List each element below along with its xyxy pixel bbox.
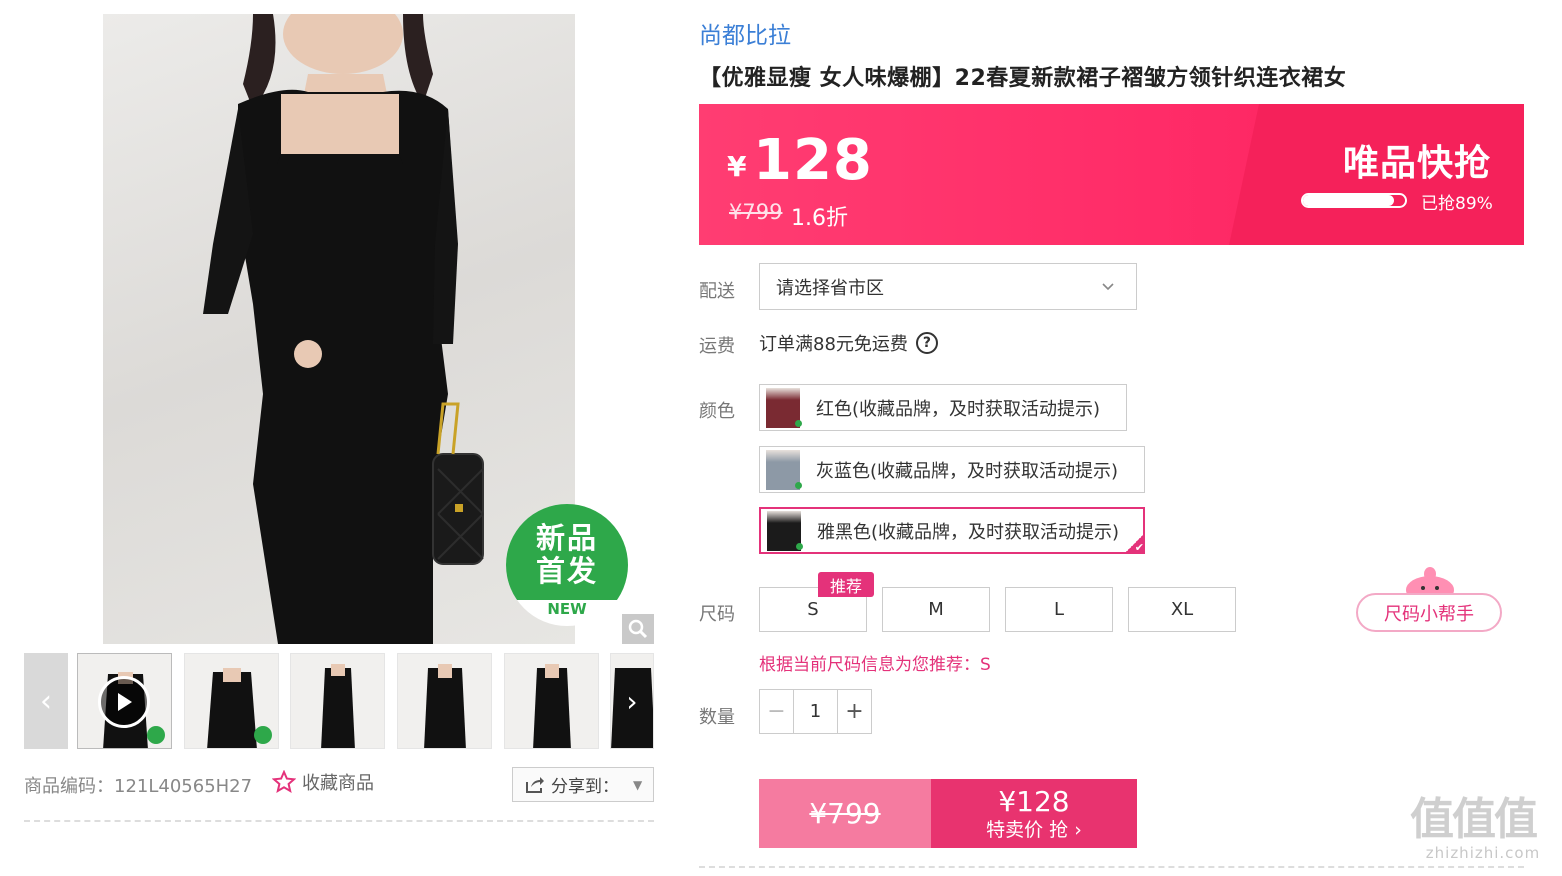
sold-progress-bar (1301, 193, 1407, 208)
color-option-label: 雅黑色(收藏品牌，及时获取活动提示) (817, 521, 1120, 543)
size-label: 尺码 (699, 604, 735, 625)
favorite-label: 收藏商品 (302, 773, 374, 794)
chevron-right-icon: › (1074, 818, 1082, 841)
thumbnail-video[interactable] (77, 653, 172, 749)
shipping-info: 订单满88元免运费 ? (759, 330, 938, 356)
size-option-l[interactable]: L (1005, 587, 1113, 632)
color-option-label: 红色(收藏品牌，及时获取活动提示) (816, 398, 1101, 420)
thumb-next-button[interactable]: › (610, 653, 654, 749)
buy-sub-label: 特卖价 抢 (986, 818, 1069, 841)
quantity-label: 数量 (699, 707, 735, 728)
chevron-right-icon: › (626, 684, 638, 718)
original-price: ¥799 (729, 200, 783, 224)
product-meta-row: 商品编码：121L40565H27 收藏商品 分享到： ▼ (24, 767, 654, 803)
sale-price: 128 (753, 128, 873, 193)
color-swatch-red (766, 387, 802, 428)
play-icon (98, 676, 150, 728)
color-label: 颜色 (699, 401, 735, 422)
thumbnail-image[interactable] (397, 653, 492, 749)
size-option-xl[interactable]: XL (1128, 587, 1236, 632)
brand-link[interactable]: 尚都比拉 (699, 16, 791, 50)
price-banner: ¥ 128 ¥799 1.6折 唯品快抢 已抢89% (699, 104, 1524, 245)
new-arrival-badge: 新品 首发 NEW (506, 504, 628, 626)
buy-button[interactable]: ¥799 ¥128 特卖价 抢 › (759, 779, 1137, 848)
quantity-input[interactable]: 1 (794, 690, 837, 733)
thumbnail-strip: ‹ › (24, 653, 654, 749)
checkmark-icon: ✔ (1123, 534, 1145, 554)
share-dropdown[interactable]: 分享到： ▼ (512, 767, 654, 802)
flash-sale-label: 唯品快抢 (1343, 143, 1492, 184)
shipping-text: 订单满88元免运费 (759, 334, 908, 355)
badge-en: NEW (547, 600, 587, 618)
color-option-black[interactable]: 雅黑色(收藏品牌，及时获取活动提示) ✔ (759, 507, 1145, 554)
color-swatch-black (767, 510, 803, 551)
mini-new-badge-icon (254, 726, 272, 744)
sold-progress-text: 已抢89% (1421, 194, 1493, 214)
share-label: 分享到： (551, 777, 619, 797)
shipping-label: 运费 (699, 336, 735, 357)
discount-rate: 1.6折 (791, 206, 848, 231)
thumbnail-image[interactable] (504, 653, 599, 749)
magnifier-icon (628, 619, 648, 639)
watermark-logo: 值值值 (1410, 794, 1538, 845)
mini-new-badge-icon (147, 726, 165, 744)
color-option-grey-blue[interactable]: 灰蓝色(收藏品牌，及时获取活动提示) (759, 446, 1145, 493)
favorite-button[interactable]: 收藏商品 (272, 769, 374, 795)
color-option-red[interactable]: 红色(收藏品牌，及时获取活动提示) (759, 384, 1127, 431)
quantity-increase-button[interactable]: + (837, 690, 871, 733)
caret-down-icon: ▼ (633, 777, 643, 792)
product-title: 【优雅显瘦 女人味爆棚】22春夏新款裙子褶皱方领针织连衣裙女 (699, 66, 1347, 91)
share-icon (526, 776, 544, 793)
size-option-m[interactable]: M (882, 587, 990, 632)
badge-line-1: 新品 (535, 521, 598, 555)
thumbnail-image[interactable] (290, 653, 385, 749)
divider (699, 866, 1524, 868)
watermark: 值值值 zhizhizhi.com (1410, 796, 1556, 870)
star-icon (272, 770, 296, 794)
thumb-prev-button[interactable]: ‹ (24, 653, 68, 749)
buy-original-price: ¥799 (759, 779, 931, 848)
divider (24, 820, 654, 822)
thumbnail-image[interactable] (184, 653, 279, 749)
region-select[interactable]: 请选择省市区 (759, 263, 1137, 310)
currency-symbol: ¥ (727, 150, 747, 183)
region-placeholder: 请选择省市区 (776, 277, 884, 299)
zoom-button[interactable] (622, 614, 654, 644)
quantity-decrease-button[interactable]: − (760, 690, 794, 733)
delivery-label: 配送 (699, 281, 735, 302)
help-icon[interactable]: ? (915, 332, 938, 354)
badge-line-2: 首发 (535, 554, 598, 588)
size-recommendation: 根据当前尺码信息为您推荐：S (759, 655, 991, 675)
recommended-tag: 推荐 (818, 572, 874, 597)
watermark-url: zhizhizhi.com (1425, 844, 1541, 862)
quantity-stepper: − 1 + (759, 689, 872, 734)
size-helper-button[interactable]: 尺码小帮手 (1356, 593, 1502, 632)
main-product-image[interactable] (103, 14, 575, 644)
color-swatch-grey-blue (766, 449, 802, 490)
buy-sale-price: ¥128 (998, 784, 1070, 818)
color-option-label: 灰蓝色(收藏品牌，及时获取活动提示) (816, 460, 1119, 482)
chevron-down-icon (1102, 283, 1114, 291)
chevron-left-icon: ‹ (40, 683, 52, 719)
product-code: 商品编码：121L40565H27 (24, 776, 253, 797)
